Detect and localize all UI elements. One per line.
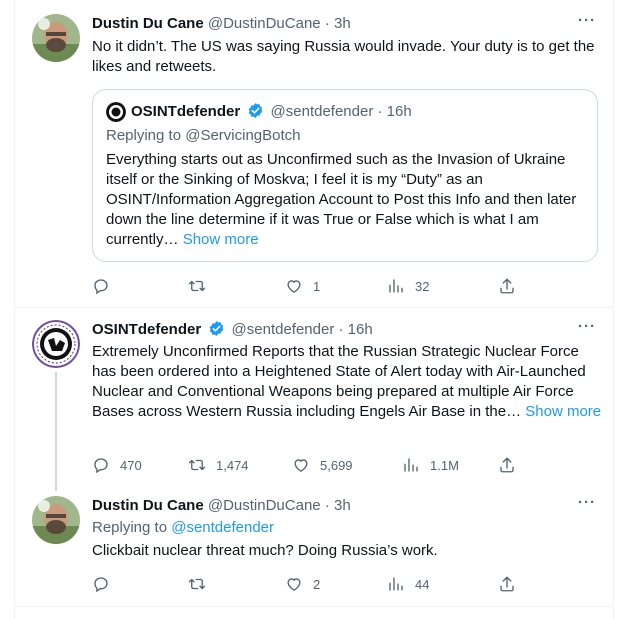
share-button[interactable] bbox=[498, 455, 516, 475]
heart-icon bbox=[294, 459, 308, 472]
retweet-icon bbox=[188, 280, 206, 292]
like-button[interactable]: 2 bbox=[285, 574, 320, 594]
thread-connector-line bbox=[55, 372, 57, 491]
author-handle[interactable]: @DustinDuCane bbox=[208, 15, 321, 32]
retweet-button[interactable] bbox=[188, 574, 216, 594]
quote-text-block: Everything starts out as Unconfirmed suc… bbox=[106, 150, 586, 250]
tweet-actions: 2 44 bbox=[92, 574, 522, 594]
quote-replying-to: Replying to @ServicingBotch bbox=[106, 126, 301, 146]
tweet-header: OSINTdefender @sentdefender · 16h bbox=[92, 320, 373, 340]
author-handle[interactable]: @sentdefender bbox=[232, 321, 335, 338]
views-count: 44 bbox=[415, 576, 430, 592]
timestamp[interactable]: · 3h bbox=[325, 15, 351, 32]
author-name[interactable]: Dustin Du Cane bbox=[92, 15, 204, 32]
like-button[interactable]: 1 bbox=[285, 276, 320, 296]
like-button[interactable]: 5,699 bbox=[292, 455, 353, 475]
author-name[interactable]: OSINTdefender bbox=[92, 321, 201, 338]
show-more-link[interactable]: Show more bbox=[183, 231, 259, 248]
quote-text: Everything starts out as Unconfirmed suc… bbox=[106, 151, 577, 248]
tweet-text: No it didn’t. The US was saying Russia w… bbox=[92, 38, 595, 75]
replying-to-handle: @ServicingBotch bbox=[185, 127, 301, 144]
avatar[interactable] bbox=[32, 14, 80, 62]
avatar-dustin-image bbox=[32, 496, 80, 544]
reply-icon bbox=[94, 458, 108, 474]
author-handle[interactable]: @DustinDuCane bbox=[208, 497, 321, 514]
tweet-actions: 1 32 bbox=[92, 276, 522, 296]
retweet-count: 1,474 bbox=[216, 457, 249, 473]
like-count: 1 bbox=[313, 278, 321, 294]
share-icon bbox=[500, 576, 514, 592]
quote-author-handle: @sentdefender bbox=[270, 103, 374, 120]
like-count: 5,699 bbox=[320, 457, 353, 473]
avatar-osint-image bbox=[32, 320, 80, 368]
views-count: 32 bbox=[415, 278, 430, 294]
tweet-divider bbox=[14, 307, 614, 308]
timestamp[interactable]: · 3h bbox=[325, 497, 351, 514]
more-options-icon[interactable]: ··· bbox=[578, 494, 596, 511]
heart-icon bbox=[287, 280, 301, 293]
share-button[interactable] bbox=[498, 276, 516, 296]
share-button[interactable] bbox=[498, 574, 516, 594]
reply-button[interactable]: 470 bbox=[92, 455, 142, 475]
views-icon bbox=[389, 279, 403, 293]
reply-icon bbox=[94, 577, 108, 593]
osint-logo-icon bbox=[106, 102, 126, 122]
share-icon bbox=[500, 278, 514, 294]
views-count: 1.1M bbox=[430, 457, 459, 473]
replying-to-handle[interactable]: @sentdefender bbox=[171, 519, 274, 536]
tweet-divider bbox=[14, 606, 614, 607]
avatar[interactable] bbox=[32, 320, 80, 368]
retweet-button[interactable] bbox=[188, 276, 216, 296]
more-options-icon[interactable]: ··· bbox=[578, 318, 596, 335]
retweet-icon bbox=[188, 578, 206, 590]
timestamp[interactable]: · 16h bbox=[339, 321, 373, 338]
quote-author-name: OSINTdefender bbox=[131, 103, 241, 120]
tweet-header: Dustin Du Cane @DustinDuCane · 3h bbox=[92, 496, 351, 516]
views-button[interactable]: 1.1M bbox=[402, 455, 459, 475]
quote-header: OSINTdefender @sentdefender · 16h bbox=[131, 102, 412, 122]
replying-to-label: Replying to bbox=[92, 519, 168, 536]
like-count: 2 bbox=[313, 576, 321, 592]
views-button[interactable]: 32 bbox=[387, 276, 429, 296]
author-name[interactable]: Dustin Du Cane bbox=[92, 497, 204, 514]
heart-icon bbox=[287, 578, 301, 591]
verified-badge-icon bbox=[249, 103, 263, 118]
reply-count: 470 bbox=[120, 457, 142, 473]
show-more-link[interactable]: Show more bbox=[525, 403, 601, 420]
retweet-icon bbox=[188, 459, 206, 471]
verified-badge-icon bbox=[210, 321, 224, 336]
replying-to-label: Replying to bbox=[106, 127, 182, 144]
tweet-actions: 470 1,474 5,699 1.1M bbox=[92, 455, 522, 475]
tweet-header: Dustin Du Cane @DustinDuCane · 3h bbox=[92, 14, 351, 34]
views-button[interactable]: 44 bbox=[387, 574, 429, 594]
views-icon bbox=[389, 577, 403, 591]
avatar-dustin-image bbox=[32, 14, 80, 62]
tweet-text-block: Extremely Unconfirmed Reports that the R… bbox=[92, 342, 604, 422]
reply-icon bbox=[94, 279, 108, 295]
views-icon bbox=[404, 458, 418, 472]
tweet-text: Extremely Unconfirmed Reports that the R… bbox=[92, 343, 586, 420]
reply-button[interactable] bbox=[92, 276, 120, 296]
avatar[interactable] bbox=[32, 496, 80, 544]
quoted-tweet[interactable]: OSINTdefender @sentdefender · 16h Replyi… bbox=[92, 89, 598, 262]
quote-avatar bbox=[106, 102, 126, 122]
replying-to: Replying to @sentdefender bbox=[92, 518, 274, 538]
quote-timestamp: · 16h bbox=[377, 103, 412, 120]
more-options-icon[interactable]: ··· bbox=[578, 12, 596, 29]
reply-button[interactable] bbox=[92, 574, 120, 594]
share-icon bbox=[500, 457, 514, 473]
retweet-button[interactable]: 1,474 bbox=[188, 455, 249, 475]
tweet-text: Clickbait nuclear threat much? Doing Rus… bbox=[92, 542, 438, 559]
